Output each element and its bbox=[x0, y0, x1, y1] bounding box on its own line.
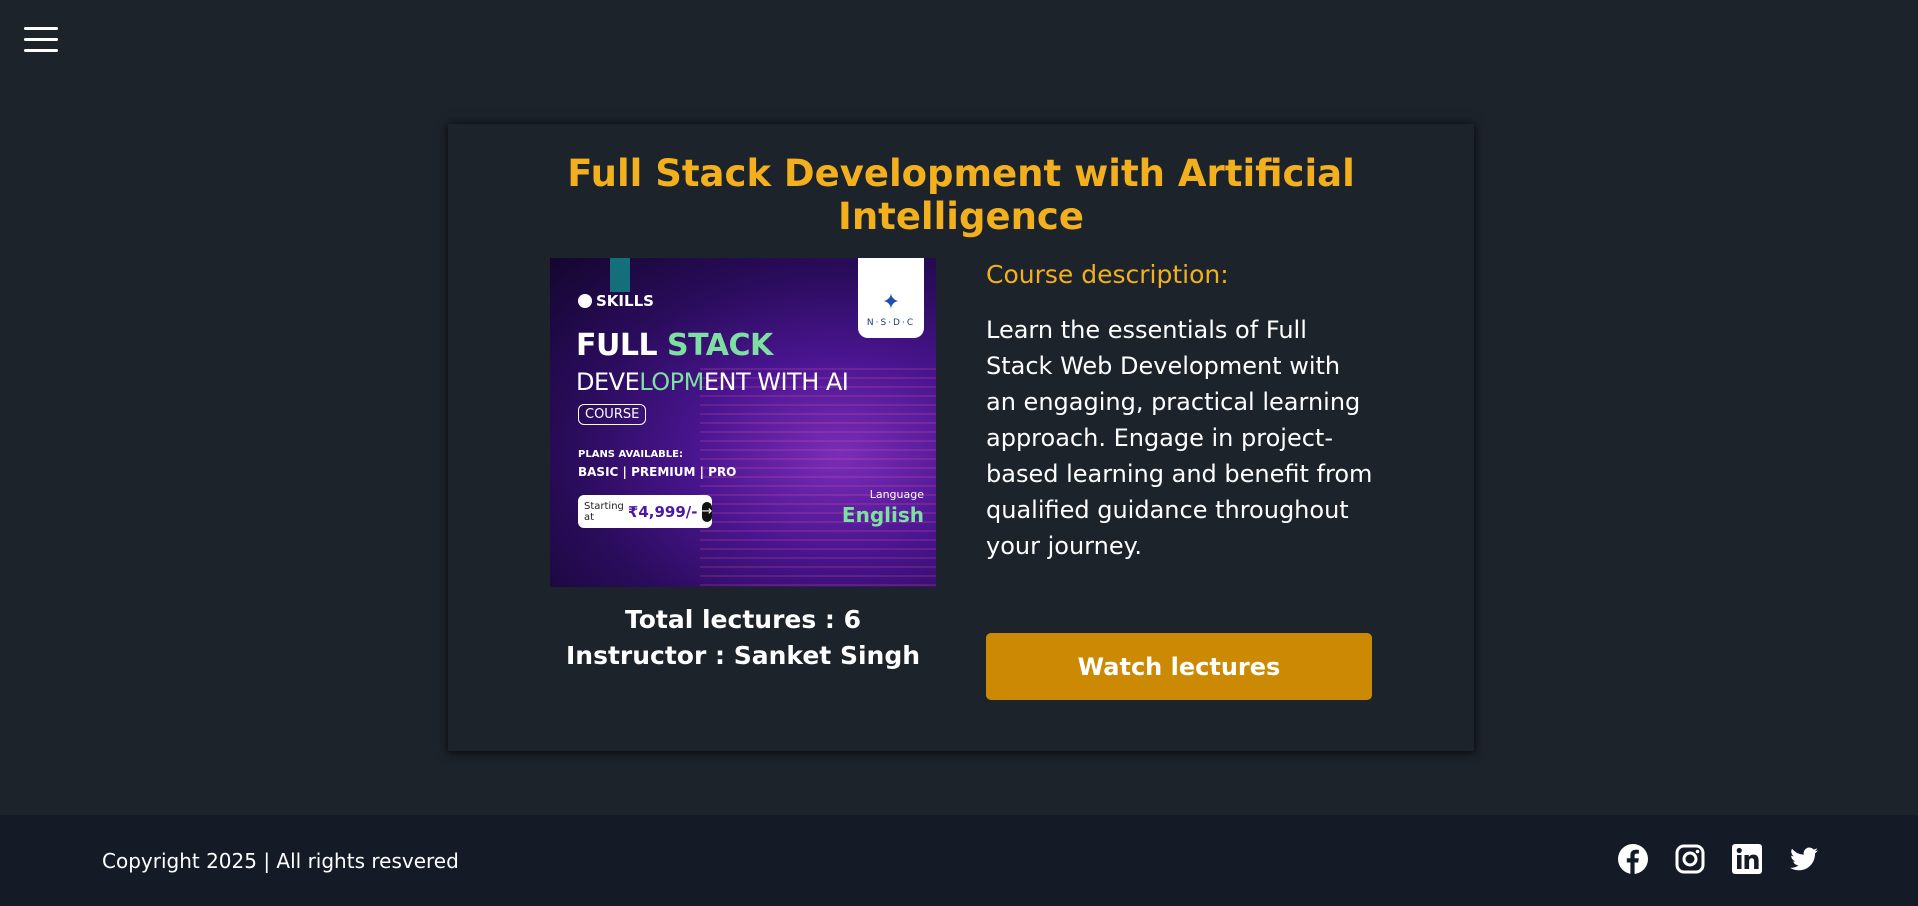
thumbnail-course-pill: COURSE bbox=[578, 404, 647, 425]
social-links bbox=[1617, 843, 1820, 875]
facebook-icon[interactable] bbox=[1617, 843, 1649, 875]
instagram-icon[interactable] bbox=[1674, 843, 1706, 875]
course-description: Learn the essentials of Full Stack Web D… bbox=[986, 316, 1373, 560]
footer: Copyright 2025 | All rights resvered bbox=[0, 815, 1918, 906]
thumbnail-brand: SKILLS bbox=[578, 292, 654, 310]
partner-logo-icon: ✦ bbox=[881, 290, 901, 315]
instructor-name: Instructor : Sanket Singh bbox=[565, 641, 921, 670]
linkedin-icon[interactable] bbox=[1731, 843, 1763, 875]
thumbnail-price: ₹4,999/- bbox=[627, 502, 698, 521]
thumbnail-subheading: DEVELOPMENT WITH AI bbox=[576, 368, 849, 396]
twitter-icon[interactable] bbox=[1788, 843, 1820, 875]
copyright-text: Copyright 2025 | All rights resvered bbox=[102, 849, 459, 873]
partner-logo: ✦ N·S·D·C bbox=[858, 258, 924, 338]
arrow-right-icon: → bbox=[701, 501, 713, 522]
course-title: Full Stack Development with Artificial I… bbox=[567, 152, 1355, 238]
thumbnail-plans-label: PLANS AVAILABLE: bbox=[578, 449, 684, 460]
hamburger-menu-icon[interactable] bbox=[24, 27, 58, 54]
course-thumbnail: SKILLS FULL STACK DEVELOPMENT WITH AI CO… bbox=[550, 258, 936, 587]
course-card: Full Stack Development with Artificial I… bbox=[448, 124, 1474, 751]
thumbnail-language: English bbox=[841, 503, 924, 527]
brand-logo-icon bbox=[578, 294, 592, 308]
watch-lectures-button[interactable]: Watch lectures bbox=[986, 633, 1372, 700]
total-lectures: Total lectures : 6 bbox=[624, 605, 862, 634]
thumbnail-heading: FULL STACK bbox=[576, 328, 773, 363]
thumbnail-price-box: Starting at ₹4,999/- → bbox=[578, 495, 713, 528]
course-page: Full Stack Development with Artificial I… bbox=[0, 0, 1918, 906]
description-label: Course description: bbox=[986, 260, 1229, 289]
thumbnail-plans: BASIC | PREMIUM | PRO bbox=[578, 465, 737, 479]
thumbnail-language-label: Language bbox=[869, 488, 924, 501]
